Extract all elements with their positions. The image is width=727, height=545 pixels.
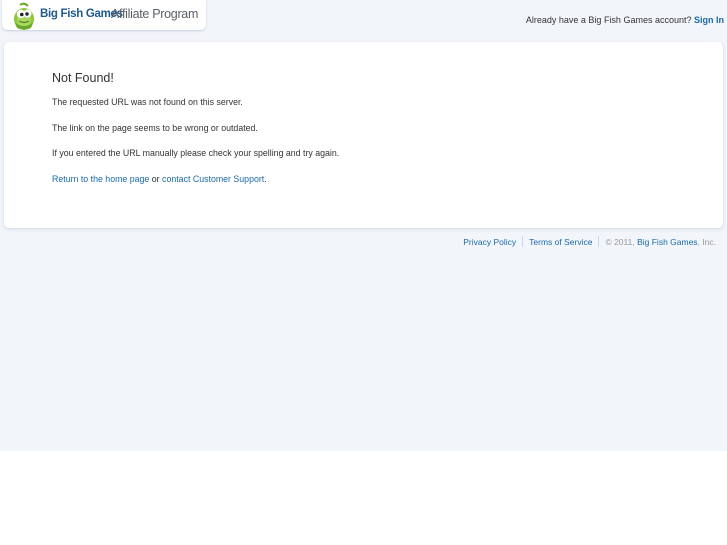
copyright-prefix: © 2011, [605, 236, 638, 247]
content-card: Not Found! The requested URL was not fou… [4, 42, 723, 228]
big-fish-logo-icon [14, 2, 34, 30]
message-check-spelling: If you entered the URL manually please c… [52, 148, 340, 158]
footer-divider [522, 236, 524, 247]
footer: Privacy Policy Terms of Service © 2011, … [463, 236, 716, 247]
footer-divider [598, 236, 600, 247]
period-text: . [264, 174, 267, 184]
company-link[interactable]: Big Fish Games [637, 237, 697, 247]
logo-program-text: Affiliate Program [111, 7, 199, 21]
sign-in-link[interactable]: Sign In [694, 15, 724, 25]
message-link-outdated: The link on the page seems to be wrong o… [52, 123, 258, 133]
account-area: Already have a Big Fish Games account? S… [526, 15, 724, 25]
account-prompt: Already have a Big Fish Games account? [525, 15, 692, 25]
customer-support-link[interactable]: contact Customer Support [162, 174, 264, 184]
logo-header[interactable]: Big Fish Games Affiliate Program [2, 0, 206, 30]
message-not-found: The requested URL was not found on this … [52, 97, 243, 107]
or-text: or [149, 174, 163, 184]
terms-of-service-link[interactable]: Terms of Service [529, 237, 592, 247]
message-help-links: Return to the home page or contact Custo… [52, 174, 267, 184]
home-page-link[interactable]: Return to the home page [52, 174, 149, 184]
copyright-suffix: , Inc. [697, 236, 716, 247]
page-title: Not Found! [52, 71, 114, 85]
privacy-policy-link[interactable]: Privacy Policy [463, 237, 516, 247]
